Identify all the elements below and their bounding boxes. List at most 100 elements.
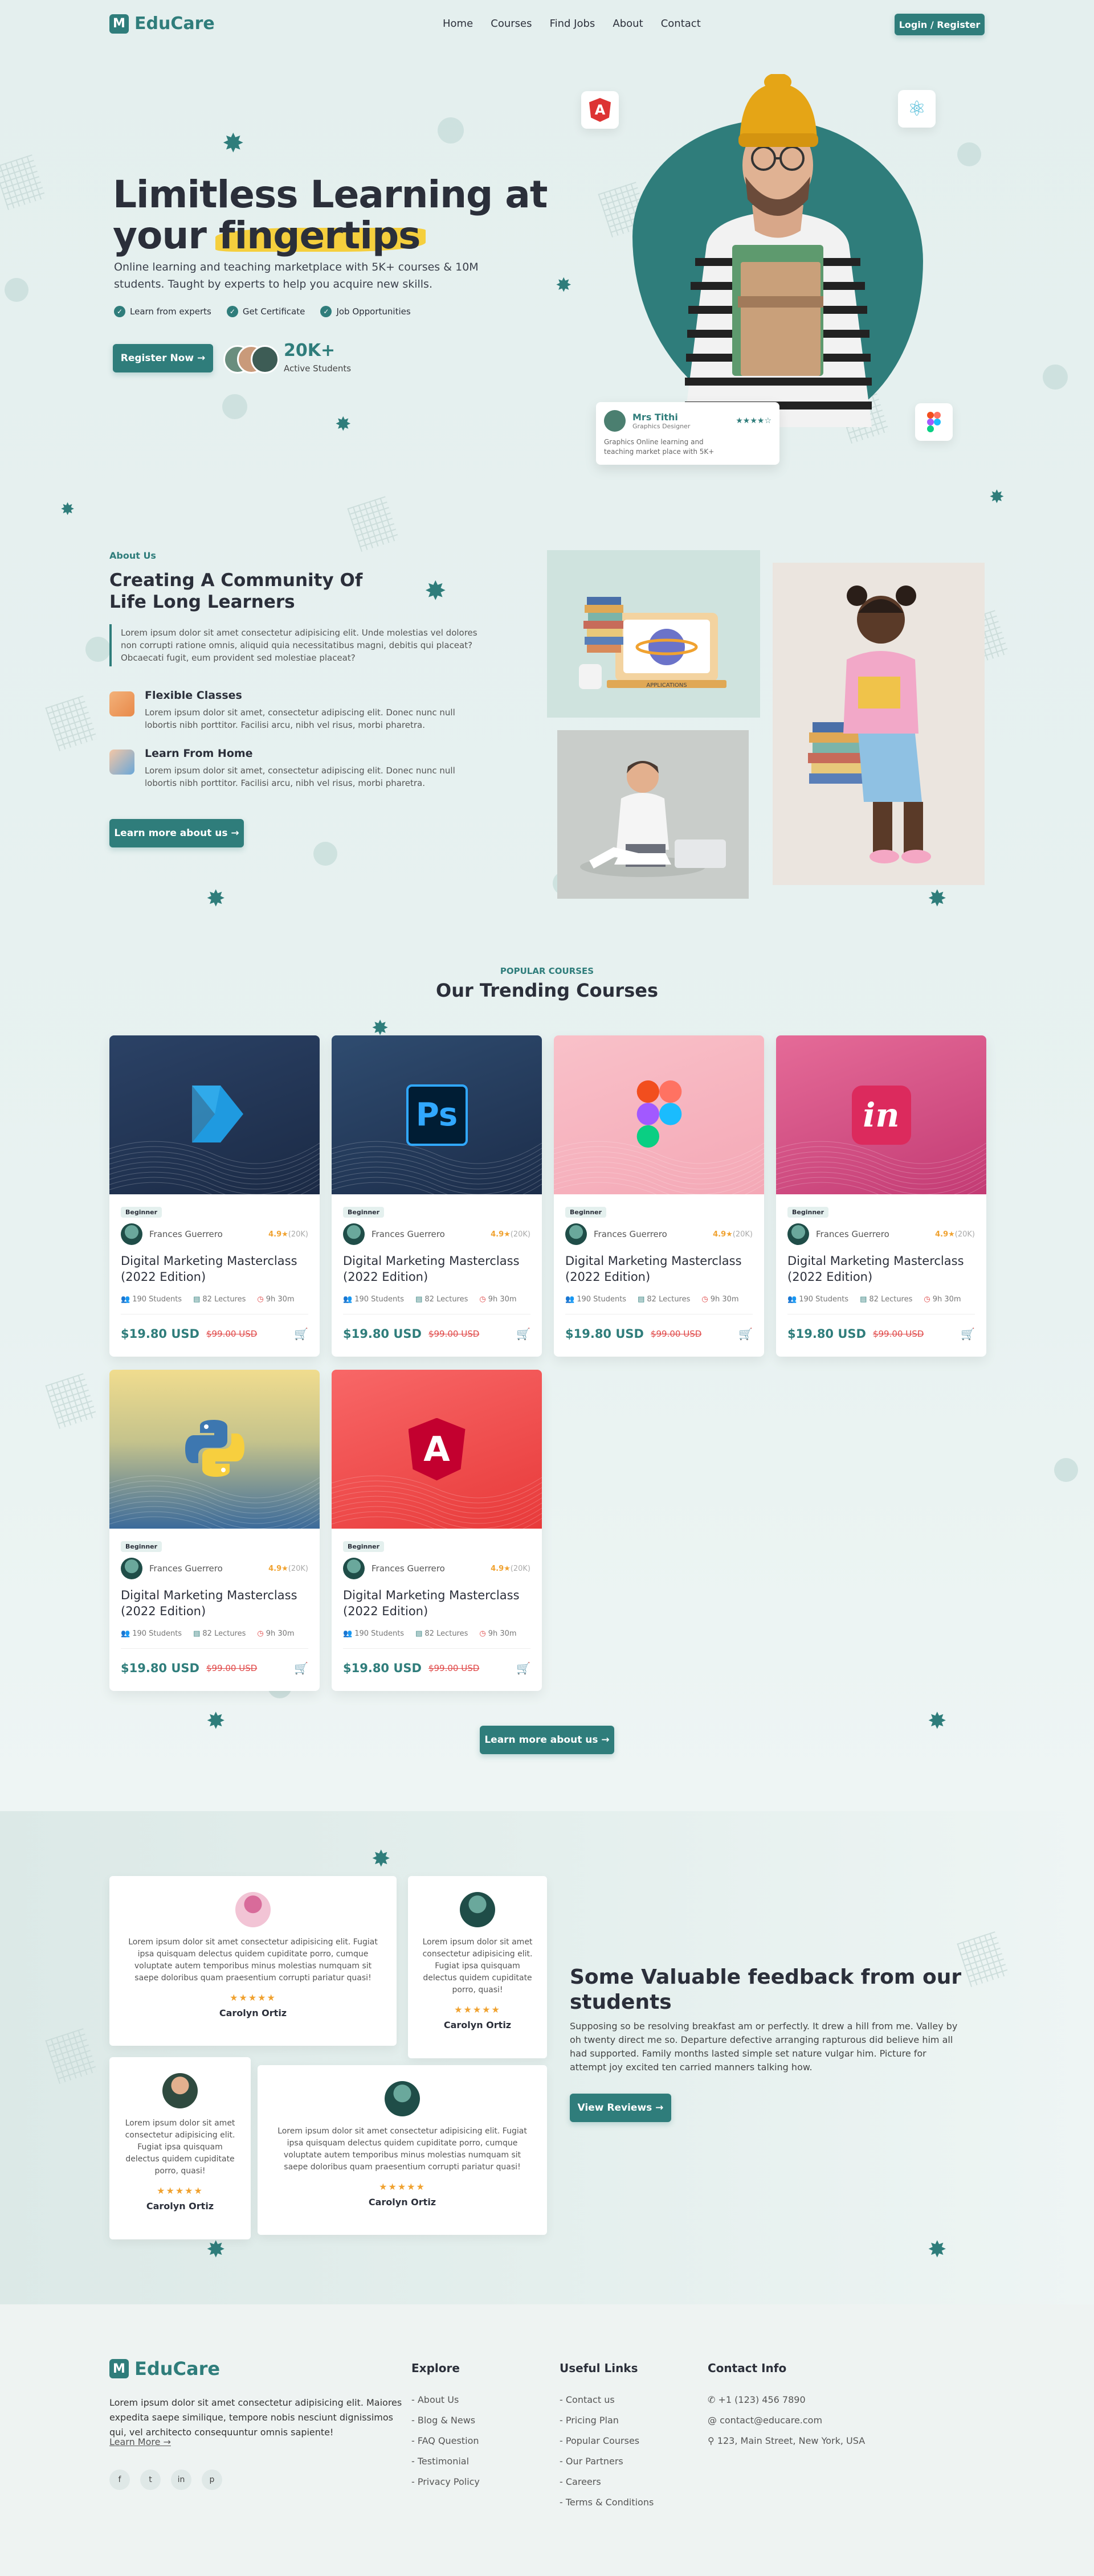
login-register-button[interactable]: Login / Register bbox=[895, 14, 985, 35]
learn-more-about-button[interactable]: Learn more about us → bbox=[109, 819, 244, 847]
nav-courses[interactable]: Courses bbox=[491, 18, 532, 30]
students-count: 190 Students bbox=[132, 1629, 182, 1638]
course-thumbnail[interactable]: A bbox=[332, 1370, 542, 1529]
nav-contact[interactable]: Contact bbox=[661, 18, 701, 30]
decor-star: ✸ bbox=[928, 886, 947, 912]
brand-name: EduCare bbox=[134, 14, 215, 34]
level-badge: Beginner bbox=[787, 1207, 829, 1218]
students-icon: 👥 bbox=[343, 1629, 353, 1638]
cart-icon[interactable]: 🛒 bbox=[516, 1327, 530, 1341]
course-meta: 👥 190 Students ▤ 82 Lectures ◷ 9h 30m bbox=[121, 1295, 308, 1304]
cart-icon[interactable]: 🛒 bbox=[961, 1327, 975, 1341]
register-now-button[interactable]: Register Now → bbox=[113, 344, 213, 372]
svg-text:APPLICATIONS: APPLICATIONS bbox=[646, 682, 687, 689]
linkedin-icon[interactable]: in bbox=[171, 2469, 191, 2490]
course-logo-icon: in bbox=[851, 1085, 911, 1145]
lectures-count: 82 Lectures bbox=[202, 1629, 246, 1638]
course-duration: 9h 30m bbox=[710, 1295, 739, 1304]
footer-link[interactable]: - Pricing Plan bbox=[560, 2415, 654, 2426]
review-name: Carolyn Ortiz bbox=[146, 2201, 214, 2211]
course-thumbnail[interactable] bbox=[109, 1035, 320, 1194]
facebook-icon[interactable]: f bbox=[109, 2469, 130, 2490]
course-title[interactable]: Digital Marketing Masterclass (2022 Edit… bbox=[343, 1253, 530, 1285]
view-reviews-button[interactable]: View Reviews → bbox=[570, 2094, 671, 2122]
footer-link[interactable]: - Popular Courses bbox=[560, 2435, 654, 2446]
students-count: 190 Students bbox=[132, 1295, 182, 1304]
course-card[interactable]: in Beginner Frances Guerrero 4.9★(20K) D… bbox=[776, 1035, 986, 1357]
instructor-name: Frances Guerrero bbox=[372, 1229, 445, 1239]
courses-learn-more-button[interactable]: Learn more about us → bbox=[480, 1726, 614, 1754]
active-students-label: Active Students bbox=[284, 363, 352, 374]
brand-logo[interactable]: M EduCare bbox=[109, 14, 215, 34]
about-body: Lorem ipsum dolor sit amet consectetur a… bbox=[121, 628, 477, 663]
avatar bbox=[385, 2081, 420, 2116]
course-meta: 👥 190 Students ▤ 82 Lectures ◷ 9h 30m bbox=[343, 1295, 530, 1304]
check-icon: ✓ bbox=[320, 306, 332, 317]
cart-icon[interactable]: 🛒 bbox=[294, 1661, 308, 1675]
course-title[interactable]: Digital Marketing Masterclass (2022 Edit… bbox=[121, 1253, 308, 1285]
review-name: Carolyn Ortiz bbox=[368, 2197, 436, 2208]
footer-learn-more-link[interactable]: Learn More → bbox=[109, 2436, 171, 2447]
course-thumbnail[interactable] bbox=[554, 1035, 764, 1194]
feature-learn-from-home: Learn From Home Lorem ipsum dolor sit am… bbox=[109, 747, 480, 789]
footer-link[interactable]: - Privacy Policy bbox=[411, 2476, 480, 2487]
instructor: Frances Guerrero 4.9★(20K) bbox=[787, 1223, 975, 1245]
footer-link[interactable]: - Careers bbox=[560, 2476, 654, 2487]
course-card[interactable]: Beginner Frances Guerrero 4.9★(20K) Digi… bbox=[554, 1035, 764, 1357]
nav-home[interactable]: Home bbox=[443, 18, 473, 30]
cart-icon[interactable]: 🛒 bbox=[516, 1661, 530, 1675]
course-duration: 9h 30m bbox=[488, 1295, 517, 1304]
course-old-price: $99.00 USD bbox=[206, 1329, 258, 1339]
course-card[interactable]: Beginner Frances Guerrero 4.9★(20K) Digi… bbox=[109, 1370, 320, 1691]
course-title[interactable]: Digital Marketing Masterclass (2022 Edit… bbox=[787, 1253, 975, 1285]
footer-link[interactable]: - Our Partners bbox=[560, 2456, 654, 2467]
hero-title-prefix: your bbox=[113, 214, 219, 257]
course-title[interactable]: Digital Marketing Masterclass (2022 Edit… bbox=[343, 1587, 530, 1619]
profile-desc: Graphics Online learning and teaching ma… bbox=[604, 438, 715, 456]
course-duration: 9h 30m bbox=[266, 1629, 295, 1638]
decor-circle bbox=[1043, 365, 1068, 390]
react-icon: ⚛ bbox=[898, 90, 936, 128]
clock-icon: ◷ bbox=[924, 1295, 930, 1304]
decor-star: ✸ bbox=[424, 575, 447, 606]
course-thumbnail[interactable]: Ps bbox=[332, 1035, 542, 1194]
footer-brand-name: EduCare bbox=[134, 2358, 221, 2380]
hero-title-highlight: fingertips bbox=[215, 214, 426, 257]
cart-icon[interactable]: 🛒 bbox=[738, 1327, 753, 1341]
footer-link[interactable]: - About Us bbox=[411, 2394, 480, 2405]
course-thumbnail[interactable] bbox=[109, 1370, 320, 1529]
price-row: $19.80 USD $99.00 USD 🛒 bbox=[787, 1314, 975, 1341]
course-rating: 4.9★(20K) bbox=[935, 1230, 975, 1239]
course-card[interactable]: Ps Beginner Frances Guerrero 4.9★(20K) D… bbox=[332, 1035, 542, 1357]
avatar bbox=[121, 1223, 142, 1245]
course-title[interactable]: Digital Marketing Masterclass (2022 Edit… bbox=[121, 1587, 308, 1619]
active-students-avatars bbox=[223, 345, 280, 376]
nav-find-jobs[interactable]: Find Jobs bbox=[550, 18, 595, 30]
footer-link[interactable]: - FAQ Question bbox=[411, 2435, 480, 2446]
angular-icon: A bbox=[581, 91, 619, 129]
avatar bbox=[604, 410, 626, 432]
course-meta: 👥 190 Students ▤ 82 Lectures ◷ 9h 30m bbox=[121, 1629, 308, 1638]
decor-circle bbox=[222, 394, 247, 419]
course-logo-icon bbox=[181, 1080, 249, 1150]
course-thumbnail[interactable]: in bbox=[776, 1035, 986, 1194]
twitter-icon[interactable]: t bbox=[140, 2469, 161, 2490]
nav-about[interactable]: About bbox=[613, 18, 643, 30]
active-students-count: 20K+ bbox=[284, 341, 336, 361]
lectures-icon: ▤ bbox=[860, 1295, 867, 1304]
footer-link[interactable]: - Terms & Conditions bbox=[560, 2497, 654, 2508]
footer-phone[interactable]: ✆ +1 (123) 456 7890 bbox=[708, 2394, 865, 2405]
footer-link[interactable]: - Testimonial bbox=[411, 2456, 480, 2467]
hero-title-line1: Limitless Learning at bbox=[113, 173, 548, 216]
footer-link[interactable]: - Contact us bbox=[560, 2394, 654, 2405]
review-card: Lorem ipsum dolor sit amet consectetur a… bbox=[408, 1876, 547, 2058]
footer-email[interactable]: @ contact@educare.com bbox=[708, 2415, 865, 2426]
course-title[interactable]: Digital Marketing Masterclass (2022 Edit… bbox=[565, 1253, 753, 1285]
footer-link[interactable]: - Blog & News bbox=[411, 2415, 480, 2426]
pinterest-icon[interactable]: p bbox=[202, 2469, 222, 2490]
course-card[interactable]: A Beginner Frances Guerrero 4.9★(20K) Di… bbox=[332, 1370, 542, 1691]
cart-icon[interactable]: 🛒 bbox=[294, 1327, 308, 1341]
course-card[interactable]: Beginner Frances Guerrero 4.9★(20K) Digi… bbox=[109, 1035, 320, 1357]
decor-grid bbox=[45, 695, 97, 751]
footer-brand-logo[interactable]: M EduCare bbox=[109, 2358, 220, 2380]
